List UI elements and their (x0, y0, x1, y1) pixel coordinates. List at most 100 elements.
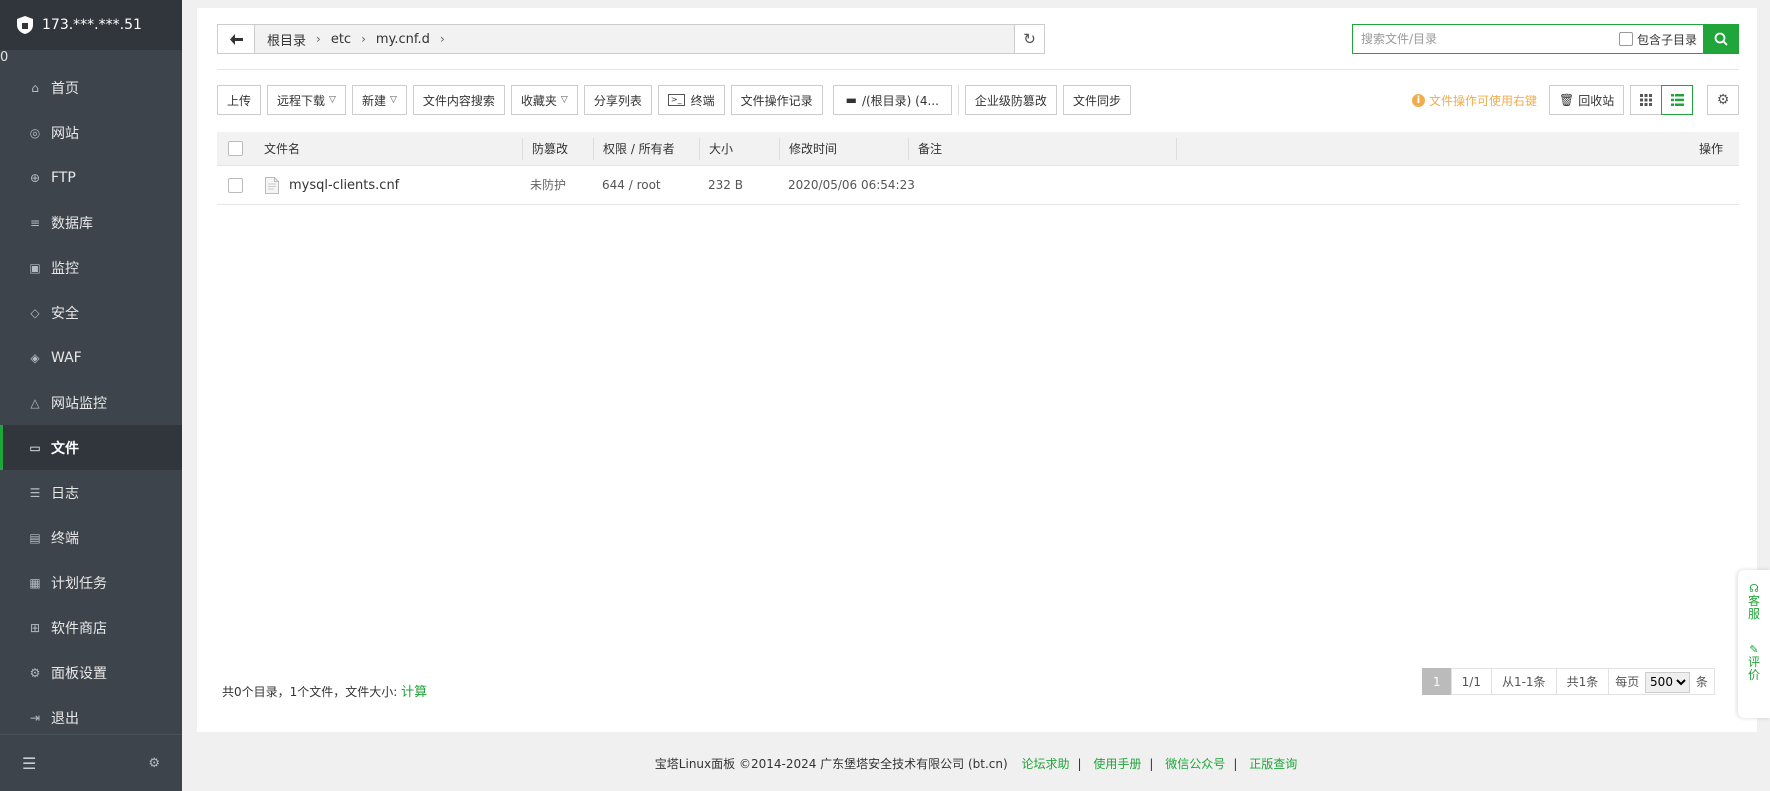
terminal-icon: ▤ (29, 530, 41, 545)
breadcrumb-mycnfd[interactable]: my.cnf.d (370, 32, 436, 47)
sidebar-item-settings[interactable]: ⚙ 面板设置 (0, 650, 182, 695)
sidebar-item-monitor[interactable]: ▣ 监控 (0, 245, 182, 290)
customer-service-label: 客服 (1747, 594, 1760, 621)
right-click-hint: i 文件操作可使用右键 (1412, 92, 1537, 109)
sidebar-item-database[interactable]: ≡ 数据库 (0, 200, 182, 245)
file-sync-button[interactable]: 文件同步 (1062, 85, 1131, 115)
op-log-button[interactable]: 文件操作记录 (730, 85, 823, 115)
share-list-button[interactable]: 分享列表 (583, 85, 652, 115)
dir-stats: 共0个目录，1个文件，文件大小: 计算 (222, 681, 427, 700)
breadcrumb-root[interactable]: 根目录 (261, 30, 312, 49)
sidebar-header: 173.***.***.51 (0, 0, 182, 50)
favorites-button[interactable]: 收藏夹 ▽ (510, 85, 578, 115)
file-permission[interactable]: 644 / root (602, 166, 661, 205)
col-divider[interactable] (593, 138, 594, 160)
new-label: 新建 (361, 93, 386, 108)
calculate-size-link[interactable]: 计算 (401, 685, 427, 700)
license-check-link[interactable]: 正版查询 (1249, 757, 1297, 771)
customer-service-button[interactable]: ☊ 客服 (1747, 582, 1761, 621)
content-search-button[interactable]: 文件内容搜索 (412, 85, 505, 115)
row-checkbox[interactable] (228, 178, 243, 193)
server-ip[interactable]: 173.***.***.51 (42, 17, 142, 33)
sidebar-item-ftp[interactable]: ⊕ FTP (0, 155, 182, 200)
hint-label: 文件操作可使用右键 (1429, 93, 1538, 108)
notification-badge[interactable]: 0 (0, 50, 182, 65)
manual-link[interactable]: 使用手册 (1093, 757, 1141, 771)
footer-separator: | (1149, 757, 1154, 771)
disk-button[interactable]: ▬ /(根目录) (4... (832, 85, 952, 115)
sidebar-item-website[interactable]: ◎ 网站 (0, 110, 182, 155)
forum-link[interactable]: 论坛求助 (1022, 757, 1070, 771)
terminal-button[interactable]: >_ 终端 (657, 85, 725, 115)
grid-view-button[interactable] (1630, 85, 1662, 115)
page-range: 从1-1条 (1490, 668, 1557, 695)
file-sync-label: 文件同步 (1072, 93, 1121, 108)
breadcrumb-etc[interactable]: etc (325, 32, 357, 47)
include-subdir-checkbox[interactable]: 包含子目录 (1618, 31, 1703, 48)
log-icon: ☰ (29, 485, 41, 500)
sidebar-item-cron[interactable]: ▦ 计划任务 (0, 560, 182, 605)
col-divider[interactable] (1176, 138, 1177, 160)
sidebar-item-home[interactable]: ⌂ 首页 (0, 65, 182, 110)
col-divider[interactable] (699, 138, 700, 160)
table-row[interactable]: mysql-clients.cnf 未防护 644 / root 232 B 2… (217, 166, 1739, 205)
col-header-protect[interactable]: 防篡改 (532, 132, 568, 166)
sidebar-footer: ☰ ⚙ (0, 734, 182, 791)
gear-icon: ⚙ (1716, 92, 1730, 108)
chevron-right-icon: › (316, 32, 321, 46)
copyright-text: 宝塔Linux面板 ©2014-2024 广东堡塔安全技术有限公司 (bt.cn… (654, 757, 1008, 771)
settings-button[interactable]: ⚙ (1707, 85, 1739, 115)
op-log-label: 文件操作记录 (740, 93, 813, 108)
file-manager-panel: 根目录 › etc › my.cnf.d › ↻ 包含子目录 上传 远程下载▽ … (197, 8, 1757, 732)
remote-download-button[interactable]: 远程下载 ▽ (267, 85, 346, 115)
sidebar-item-files[interactable]: ▭ 文件 (0, 425, 182, 470)
sidebar-item-label: 计划任务 (51, 575, 107, 592)
col-header-size[interactable]: 大小 (709, 132, 733, 166)
file-name[interactable]: mysql-clients.cnf (289, 166, 399, 205)
select-all-checkbox[interactable] (228, 141, 243, 156)
page-current[interactable]: 1 (1422, 668, 1452, 695)
sidebar-item-label: 网站监控 (51, 395, 107, 412)
sidebar-item-label: 软件商店 (51, 620, 107, 637)
search-button[interactable] (1703, 24, 1739, 54)
footer-separator: | (1233, 757, 1238, 771)
path-bar: 根目录 › etc › my.cnf.d › ↻ (217, 24, 1045, 54)
collapse-menu-icon[interactable]: ☰ (22, 754, 36, 773)
col-header-remark[interactable]: 备注 (918, 132, 942, 166)
col-header-perm[interactable]: 权限 / 所有者 (603, 132, 675, 166)
info-icon: i (1412, 93, 1425, 107)
sidebar-item-logs[interactable]: ☰ 日志 (0, 470, 182, 515)
sidebar-item-site-monitor[interactable]: △ 网站监控 (0, 380, 182, 425)
col-divider[interactable] (522, 138, 523, 160)
upload-button[interactable]: 上传 (217, 85, 262, 115)
sidebar-item-label: 网站 (51, 125, 79, 142)
new-button[interactable]: 新建 ▽ (351, 85, 407, 115)
sidebar-item-terminal[interactable]: ▤ 终端 (0, 515, 182, 560)
sidebar-item-store[interactable]: ⊞ 软件商店 (0, 605, 182, 650)
terminal-label: 终端 (690, 93, 715, 108)
per-page-unit: 条 (1695, 675, 1708, 689)
search-icon (1714, 32, 1728, 46)
refresh-button[interactable]: ↻ (1014, 25, 1044, 53)
col-header-name[interactable]: 文件名 (264, 132, 300, 166)
theme-settings-icon[interactable]: ⚙ (148, 756, 160, 771)
per-page-control: 每页 500 条 (1608, 668, 1715, 695)
col-header-mtime[interactable]: 修改时间 (789, 132, 837, 166)
col-divider[interactable] (779, 138, 780, 160)
file-protect-status[interactable]: 未防护 (530, 166, 566, 205)
sidebar-item-security[interactable]: ◇ 安全 (0, 290, 182, 335)
checkbox-icon[interactable] (1618, 32, 1633, 46)
review-button[interactable]: ✎ 评价 (1747, 643, 1761, 682)
wechat-link[interactable]: 微信公众号 (1165, 757, 1225, 771)
search-input[interactable] (1353, 26, 1619, 52)
terminal-icon: >_ (667, 94, 685, 106)
list-view-button[interactable] (1661, 85, 1693, 115)
sidebar-item-waf[interactable]: ◈ WAF (0, 335, 182, 380)
col-divider[interactable] (908, 138, 909, 160)
back-button[interactable] (218, 25, 255, 53)
tamper-button[interactable]: 企业级防篡改 (964, 85, 1057, 115)
per-page-select[interactable]: 500 (1645, 671, 1691, 693)
recycle-bin-button[interactable]: 🗑 回收站 (1549, 85, 1625, 115)
file-size: 232 B (708, 178, 743, 192)
tamper-label: 企业级防篡改 (974, 93, 1047, 108)
